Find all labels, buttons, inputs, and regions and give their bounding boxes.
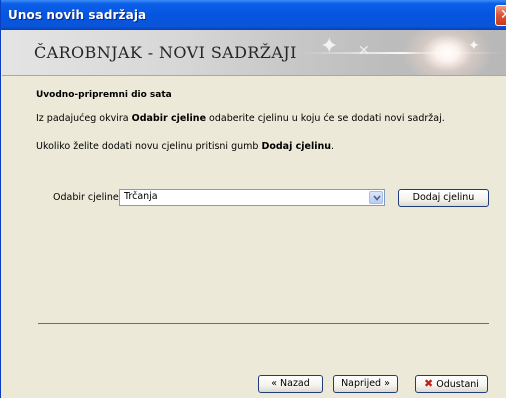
window-title: Unos novih sadržaja <box>8 8 147 22</box>
instruction-text-2-prefix: Ukoliko želite dodati novu cjelinu priti… <box>36 141 262 152</box>
instruction-text-1-prefix: Iz padajućeg okvira <box>36 113 132 124</box>
banner-title: ČAROBNJAK - NOVI SADRŽAJI <box>34 43 297 62</box>
next-button[interactable]: Naprijed » <box>333 375 398 393</box>
instruction-text-1: Iz padajućeg okvira Odabir cjeline odabe… <box>36 113 445 124</box>
chevron-down-icon <box>373 195 381 201</box>
title-bar[interactable]: Unos novih sadržaja ✕ <box>1 0 506 30</box>
wizard-window: Unos novih sadržaja ✕ ✦ ✕ ✦ ČAROBNJAK - … <box>0 0 506 398</box>
instruction-text-1-bold: Odabir cjeline <box>131 113 207 124</box>
cancel-x-icon: ✖ <box>424 377 434 390</box>
instruction-text-2: Ukoliko želite dodati novu cjelinu priti… <box>36 141 334 152</box>
divider <box>38 323 489 324</box>
close-button[interactable]: ✕ <box>495 5 506 26</box>
close-icon: ✕ <box>500 7 506 23</box>
sparkle-icon: ✦ <box>320 34 339 59</box>
instruction-text-2-bold: Dodaj cjelinu <box>261 141 332 152</box>
instruction-text-2-suffix: . <box>331 141 335 152</box>
select-label: Odabir cjeline: <box>53 192 122 203</box>
sparkle-icon: ✦ <box>468 38 480 54</box>
cancel-button[interactable]: ✖ Odustani <box>415 375 488 393</box>
cancel-button-label: Odustani <box>436 379 479 390</box>
back-button[interactable]: « Nazad <box>258 375 323 393</box>
select-value: Trčanja <box>124 191 158 202</box>
cjelina-select[interactable]: Trčanja <box>119 189 385 206</box>
instruction-text-1-suffix: odaberite cjelinu u koju će se dodati no… <box>206 113 445 124</box>
dropdown-button[interactable] <box>369 191 383 204</box>
sparkle-icon: ✕ <box>358 43 370 59</box>
wizard-banner: ✦ ✕ ✦ ČAROBNJAK - NOVI SADRŽAJI <box>2 30 506 76</box>
add-cjelina-button[interactable]: Dodaj cjelinu <box>398 189 489 207</box>
section-heading: Uvodno-pripremni dio sata <box>36 90 172 100</box>
